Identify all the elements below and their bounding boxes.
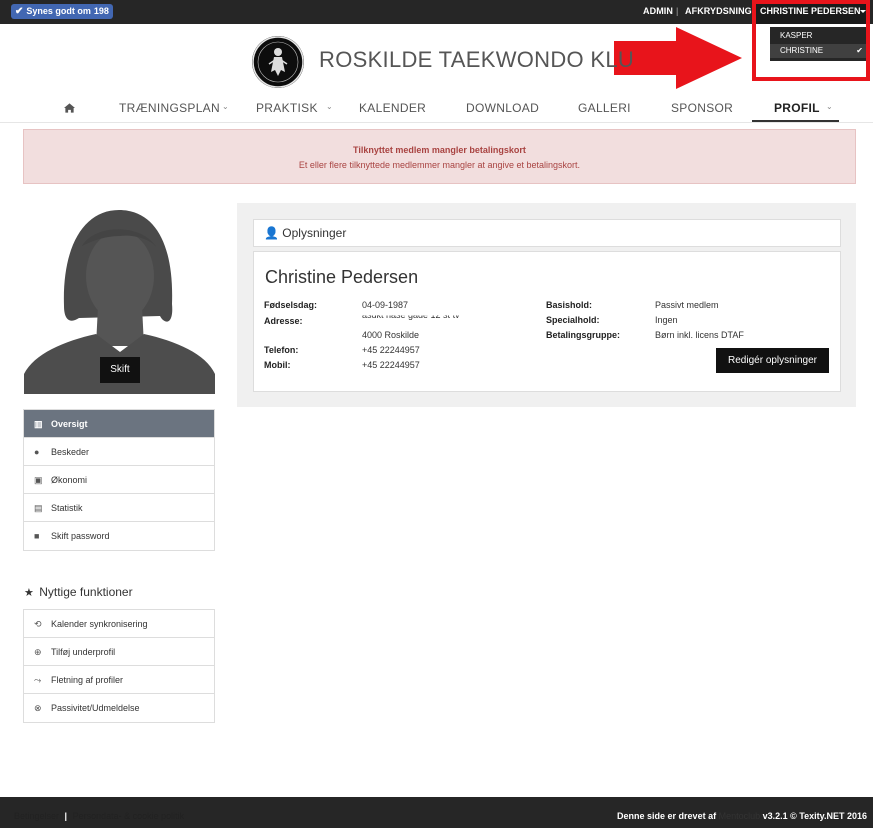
menu-item-label: Passivitet/Udmeldelse (51, 703, 140, 713)
like-count: 198 (93, 6, 109, 16)
menu-item-beskeder[interactable]: ● Beskeder (24, 438, 214, 466)
nav-item-profil[interactable]: PROFIL (774, 94, 820, 122)
chevron-down-icon: ⌄ (222, 102, 229, 111)
menu-item-label: Beskeder (51, 447, 90, 457)
betalingsgruppe-label: Betalingsgruppe: (546, 330, 621, 340)
merge-icon: ⤳ (34, 675, 42, 685)
afkrydsning-link[interactable]: AFKRYDSNING (685, 0, 752, 24)
birthday-value: 04-09-1987 (362, 300, 409, 310)
menu-item-statistik[interactable]: ▤ Statistik (24, 494, 214, 522)
money-icon: ▣ (34, 475, 43, 485)
edit-info-button[interactable]: Redigér oplysninger (716, 348, 829, 373)
brand-link[interactable]: Mentoclub (719, 811, 761, 821)
specialhold-value: Ingen (655, 315, 678, 325)
menu-item-add-subprofile[interactable]: ⊕ Tilføj underprofil (24, 638, 214, 666)
footer-links: Betingelser | Persondata- & cookie polit… (14, 797, 184, 828)
info-panel-header: 👤 Oplysninger (253, 219, 841, 247)
footer: Betingelser | Persondata- & cookie polit… (0, 797, 873, 828)
top-separator: | (676, 6, 679, 16)
menu-item-merge-profiles[interactable]: ⤳ Fletning af profiler (24, 666, 214, 694)
chevron-down-icon: ⌄ (826, 102, 833, 111)
top-bar: ✔ Synes godt om 198 ADMIN | AFKRYDSNING … (0, 0, 873, 24)
nav-divider (0, 122, 873, 123)
highlight-box (752, 0, 870, 81)
check-icon: ✔ (15, 6, 24, 17)
utilities-menu: ⟲ Kalender synkronisering ⊕ Tilføj under… (23, 609, 215, 723)
menu-item-oversigt[interactable]: ▥ Oversigt (24, 410, 214, 438)
change-photo-button[interactable]: Skift (100, 357, 140, 383)
nav-item-galleri[interactable]: GALLERI (578, 94, 631, 122)
nav-item-traeningsplan[interactable]: TRÆNINGSPLAN (119, 94, 220, 122)
phone-value: +45 22244957 (362, 345, 420, 355)
mobile-value: +45 22244957 (362, 360, 420, 370)
alert-text: Et eller flere tilknyttede medlemmer man… (298, 160, 581, 170)
address-label: Adresse: (264, 316, 303, 326)
club-logo[interactable] (252, 36, 304, 88)
version-text: v3.2.1 © Texity.NET 2016 (762, 811, 867, 821)
birthday-label: Fødselsdag: (264, 300, 318, 310)
member-name: Christine Pedersen (265, 267, 419, 287)
user-icon: 👤 (264, 226, 279, 240)
phone-label: Telefon: (264, 345, 299, 355)
nav-item-download[interactable]: DOWNLOAD (466, 94, 539, 122)
utilities-heading-text: Nyttige funktioner (39, 585, 133, 599)
utilities-heading: ★ Nyttige funktioner (24, 585, 133, 599)
specialhold-label: Specialhold: (546, 315, 600, 325)
home-icon[interactable] (64, 94, 75, 122)
club-title: ROSKILDE TAEKWONDO KLU (319, 47, 635, 72)
footer-credits: Denne side er drevet af Mentoclub v3.2.1… (617, 797, 867, 828)
profile-menu: ▥ Oversigt ● Beskeder ▣ Økonomi ▤ Statis… (23, 409, 215, 551)
terms-link[interactable]: Betingelser (14, 811, 59, 821)
info-heading: Oplysninger (282, 226, 347, 240)
menu-item-label: Oversigt (51, 419, 88, 429)
menu-item-label: Skift password (51, 531, 110, 541)
basishold-value: Passivt medlem (655, 300, 719, 310)
admin-link[interactable]: ADMIN (643, 0, 673, 24)
menu-item-label: Statistik (51, 503, 83, 513)
footer-separator: | (64, 811, 68, 821)
nav-item-kalender[interactable]: KALENDER (359, 94, 426, 122)
menu-item-label: Kalender synkronisering (51, 619, 148, 629)
address-line2-value: 4000 Roskilde (362, 330, 420, 340)
sync-icon: ⟲ (34, 619, 42, 629)
menu-item-label: Fletning af profiler (51, 675, 124, 685)
menu-item-label: Økonomi (51, 475, 88, 485)
stats-icon: ▤ (34, 503, 43, 513)
payment-alert: Tilknyttet medlem mangler betalingskort … (23, 129, 856, 184)
chevron-down-icon: ⌄ (326, 102, 333, 111)
chat-icon: ● (34, 447, 40, 457)
nav-item-praktisk[interactable]: PRAKTISK (256, 94, 318, 122)
main-navigation: TRÆNINGSPLAN ⌄ PRAKTISK ⌄ KALENDER DOWNL… (0, 94, 873, 124)
basishold-label: Basishold: (546, 300, 593, 310)
privacy-link[interactable]: Persondata- & cookie politik (73, 811, 185, 821)
menu-item-okonomi[interactable]: ▣ Økonomi (24, 466, 214, 494)
lock-icon: ■ (34, 531, 40, 541)
bar-chart-icon: ▥ (34, 419, 43, 429)
like-label: Synes godt om (26, 6, 91, 16)
star-icon: ★ (24, 587, 34, 599)
powered-by-text: Denne side er drevet af (617, 811, 717, 821)
remove-user-icon: ⊗ (34, 703, 42, 713)
menu-item-calendar-sync[interactable]: ⟲ Kalender synkronisering (24, 610, 214, 638)
facebook-like-button[interactable]: ✔ Synes godt om 198 (11, 4, 113, 19)
menu-item-label: Tilføj underprofil (51, 647, 116, 657)
mobile-label: Mobil: (264, 360, 291, 370)
alert-title: Tilknyttet medlem mangler betalingskort (353, 145, 526, 155)
nav-item-sponsor[interactable]: SPONSOR (671, 94, 733, 122)
add-user-icon: ⊕ (34, 647, 42, 657)
menu-item-passivity[interactable]: ⊗ Passivitet/Udmeldelse (24, 694, 214, 722)
menu-item-skift-password[interactable]: ■ Skift password (24, 522, 214, 550)
betalingsgruppe-value: Børn inkl. licens DTAF (655, 330, 744, 340)
